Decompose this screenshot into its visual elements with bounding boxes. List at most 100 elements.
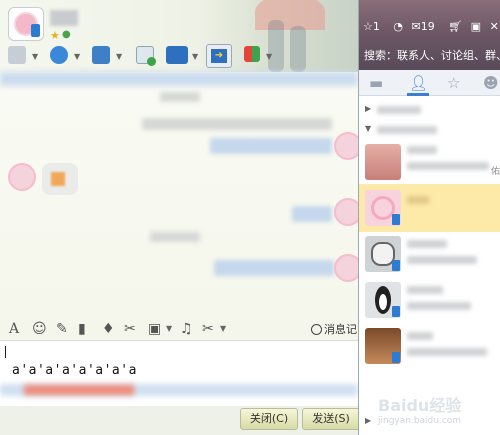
sender-avatar[interactable] bbox=[334, 254, 358, 282]
redacted-message bbox=[0, 72, 358, 86]
image-icon[interactable]: ▣ bbox=[148, 320, 161, 338]
chevron-down-icon[interactable]: ▼ bbox=[166, 324, 172, 333]
tools-icon[interactable]: ✕ bbox=[490, 20, 499, 33]
text-caret bbox=[5, 346, 6, 358]
history-label: 消息记 bbox=[324, 323, 357, 336]
redacted-contact-name bbox=[407, 240, 447, 248]
chevron-down-icon[interactable]: ▼ bbox=[192, 52, 198, 61]
cart-icon[interactable]: 🛒︎ bbox=[448, 20, 462, 33]
close-button[interactable]: 关闭(C) bbox=[240, 408, 298, 430]
contact-row[interactable] bbox=[359, 276, 500, 324]
sticker-icon bbox=[51, 172, 65, 186]
contact-row[interactable]: 佑 bbox=[359, 138, 500, 186]
redacted-contact-status bbox=[407, 302, 471, 310]
mobile-online-icon bbox=[392, 260, 400, 271]
contact-name-redacted bbox=[50, 10, 78, 26]
send-button[interactable]: 发送(S) bbox=[302, 408, 358, 430]
contact-row-selected[interactable] bbox=[359, 184, 500, 232]
redacted-contact-status bbox=[407, 256, 477, 264]
contact-avatar bbox=[365, 282, 401, 318]
groups-tab[interactable]: ☻ bbox=[483, 74, 499, 92]
search-input[interactable]: 搜索：联系人、讨论组、群、企 bbox=[364, 47, 500, 63]
contact-panel: ☆1 ◔ ✉19 🛒︎ ▣ ✕ 搜索：联系人、讨论组、群、企 ▬ 👤︎ ☆ ☻ … bbox=[358, 0, 500, 435]
star-icon: ★ bbox=[50, 29, 60, 42]
app-icon[interactable] bbox=[136, 46, 156, 66]
input-toolbar: A ☺ ✎ ▮ ♦ ✂ ▣ ▼ ♫ ✂ ▼ 消息记 bbox=[0, 318, 358, 340]
chevron-down-icon[interactable]: ▼ bbox=[220, 324, 226, 333]
mobile-online-icon bbox=[392, 306, 400, 317]
watermark-sub: jingyan.baidu.com bbox=[378, 416, 462, 426]
wallet-icon[interactable]: ▣ bbox=[471, 20, 481, 33]
redacted-message bbox=[292, 206, 332, 222]
group-header[interactable]: ▶ bbox=[359, 100, 500, 120]
mobile-online-icon bbox=[31, 24, 40, 37]
contact-row[interactable] bbox=[359, 322, 500, 370]
chat-toolbar: ▼ ▼ ▼ ▼ ➜ ▼ bbox=[0, 44, 358, 70]
phone-icon[interactable] bbox=[50, 46, 68, 64]
star-count: 1 bbox=[372, 20, 380, 33]
chevron-down-icon[interactable]: ▼ bbox=[32, 52, 38, 61]
mobile-online-icon bbox=[392, 352, 400, 363]
contact-panel-header: ☆1 ◔ ✉19 🛒︎ ▣ ✕ 搜索：联系人、讨论组、群、企 bbox=[359, 0, 500, 70]
apps-grid-icon[interactable] bbox=[244, 46, 260, 62]
star-icon[interactable]: ☆1 bbox=[363, 20, 385, 33]
message-bubble bbox=[42, 163, 78, 195]
share-screen-button[interactable]: ➜ bbox=[206, 44, 232, 68]
contact-avatar[interactable] bbox=[8, 7, 44, 41]
favorites-tab[interactable]: ☆ bbox=[447, 74, 460, 92]
chat-tab[interactable]: ▬ bbox=[369, 74, 383, 92]
typed-text: a'a'a'a'a'a'a'a bbox=[12, 363, 137, 378]
history-icon[interactable]: ◔ bbox=[393, 20, 403, 33]
music-icon[interactable]: ♫ bbox=[180, 320, 193, 338]
background-umbrella-decoration bbox=[255, 0, 325, 30]
remote-desktop-icon[interactable] bbox=[166, 46, 188, 64]
redacted-contact-name bbox=[407, 286, 443, 294]
sender-avatar[interactable] bbox=[334, 198, 358, 226]
contact-avatar bbox=[365, 190, 401, 226]
message-history-button[interactable]: 消息记 bbox=[311, 321, 357, 337]
active-tab-indicator bbox=[407, 93, 429, 96]
group-header[interactable]: ▼ bbox=[359, 120, 500, 140]
redacted-message bbox=[210, 138, 332, 154]
chevron-right-icon: ▶ bbox=[365, 104, 372, 113]
contact-avatar bbox=[365, 328, 401, 364]
chevron-down-icon[interactable]: ▼ bbox=[116, 52, 122, 61]
redacted-message bbox=[150, 232, 200, 242]
redacted-contact-status bbox=[407, 348, 487, 356]
contact-row[interactable] bbox=[359, 230, 500, 278]
watermark-brand: Baidu经验 bbox=[378, 396, 462, 415]
sender-avatar[interactable] bbox=[8, 163, 36, 191]
redacted-contact-name bbox=[407, 196, 429, 204]
gif-icon[interactable]: ▮ bbox=[78, 320, 86, 338]
header-icons: ☆1 ◔ ✉19 🛒︎ ▣ ✕ bbox=[363, 20, 500, 33]
redacted-contact-name bbox=[407, 146, 437, 154]
nudge-icon[interactable]: ✎ bbox=[56, 320, 68, 338]
status-icon: ● bbox=[62, 29, 71, 40]
watermark-logo: Baidu经验 jingyan.baidu.com bbox=[378, 392, 498, 426]
mail-icon[interactable]: ✉19 bbox=[411, 20, 439, 33]
chat-window: ★ ● ▼ ▼ ▼ ▼ ➜ ▼ A ☺ ✎ ▮ ♦ ✂ ▣ ▼ ♫ ✂ ▼ 消息… bbox=[0, 0, 358, 435]
close-label: 关闭(C) bbox=[249, 412, 289, 425]
redacted-message bbox=[214, 260, 334, 276]
emoji-icon[interactable]: ☺ bbox=[32, 320, 47, 338]
redacted-contact-name bbox=[407, 332, 433, 340]
contacts-tab[interactable]: 👤︎ bbox=[409, 74, 428, 92]
voice-icon[interactable]: ♦ bbox=[102, 320, 115, 338]
send-label: 发送(S) bbox=[312, 412, 350, 425]
sender-avatar[interactable] bbox=[334, 132, 358, 160]
chevron-down-icon[interactable]: ▼ bbox=[74, 52, 80, 61]
redacted-group-name bbox=[377, 106, 421, 114]
redacted-group-name bbox=[377, 126, 437, 134]
redacted-strip bbox=[24, 385, 134, 395]
message-input[interactable]: a'a'a'a'a'a'a'a bbox=[0, 340, 358, 406]
redacted-message bbox=[142, 118, 332, 130]
mobile-online-icon bbox=[392, 214, 400, 225]
folder-icon[interactable] bbox=[92, 46, 110, 64]
avatar-icon[interactable] bbox=[8, 46, 26, 64]
contact-tabs: ▬ 👤︎ ☆ ☻ bbox=[359, 70, 500, 96]
footer-bar: 关闭(C) 发送(S) bbox=[0, 406, 358, 435]
screenshot-icon[interactable]: ✂ bbox=[124, 320, 136, 338]
font-icon[interactable]: A bbox=[9, 320, 19, 338]
chevron-down-icon[interactable]: ▼ bbox=[266, 52, 272, 61]
scissors-icon[interactable]: ✂ bbox=[202, 320, 214, 338]
